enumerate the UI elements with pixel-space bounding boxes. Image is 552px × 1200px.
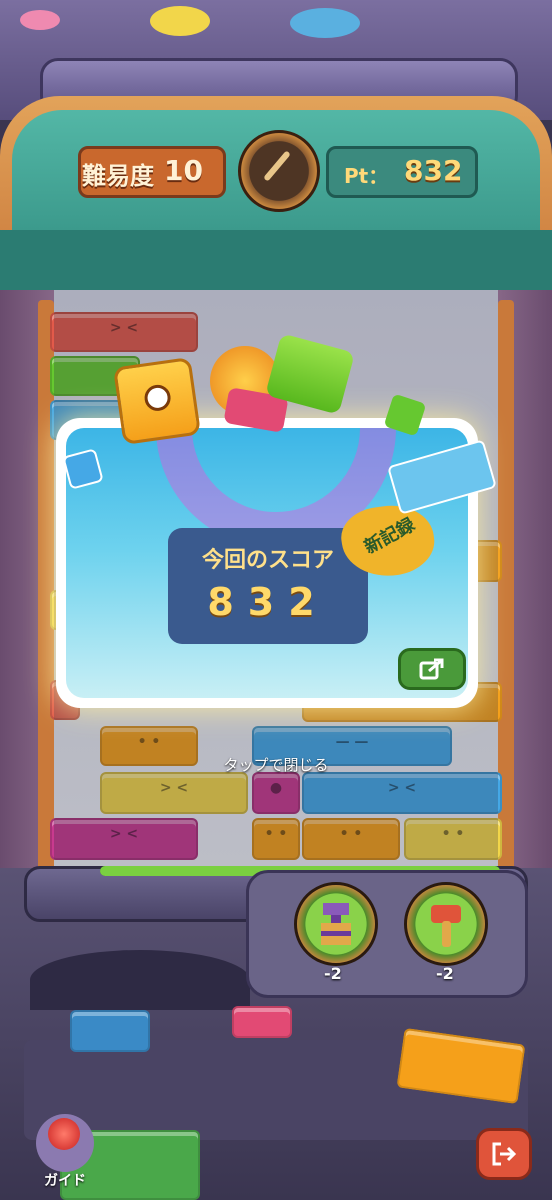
hammer-tool-count: -2: [436, 964, 454, 983]
yellow-monster-block-decoration: [112, 356, 202, 446]
fallen-block: [232, 1006, 292, 1038]
paint-splat-decoration: [150, 6, 210, 36]
speed-gauge-icon: [238, 130, 320, 212]
paint-splat-decoration: [20, 10, 60, 30]
tap-to-close-hint: タップで閉じる: [223, 756, 329, 774]
hammer-tool-icon: [431, 905, 461, 947]
exit-icon: [489, 1139, 519, 1175]
points-value: 832: [404, 154, 463, 187]
machine-band: [0, 230, 552, 290]
block-chute: [30, 950, 250, 1010]
box-tool-count: -2: [324, 964, 342, 983]
share-icon: [419, 657, 445, 681]
share-button[interactable]: [398, 648, 466, 690]
hammer-tool-button[interactable]: [404, 882, 488, 966]
exit-button[interactable]: [476, 1128, 532, 1180]
monster-eye: [142, 383, 173, 413]
box-tool-icon: [321, 903, 351, 945]
box-tool-button[interactable]: [294, 882, 378, 966]
difficulty-label: 難易度: [82, 162, 154, 190]
joystick-icon: [48, 1118, 80, 1150]
score-panel: 今回のスコア 832: [168, 528, 368, 644]
score-title: 今回のスコア: [201, 548, 334, 573]
guide-label: ガイド: [44, 1173, 86, 1189]
fallen-block: [70, 1010, 150, 1052]
points-label: Pt：: [344, 164, 389, 188]
paint-splat-decoration: [290, 8, 360, 38]
score-value: 832: [207, 580, 329, 624]
difficulty-value: 10: [164, 154, 203, 187]
